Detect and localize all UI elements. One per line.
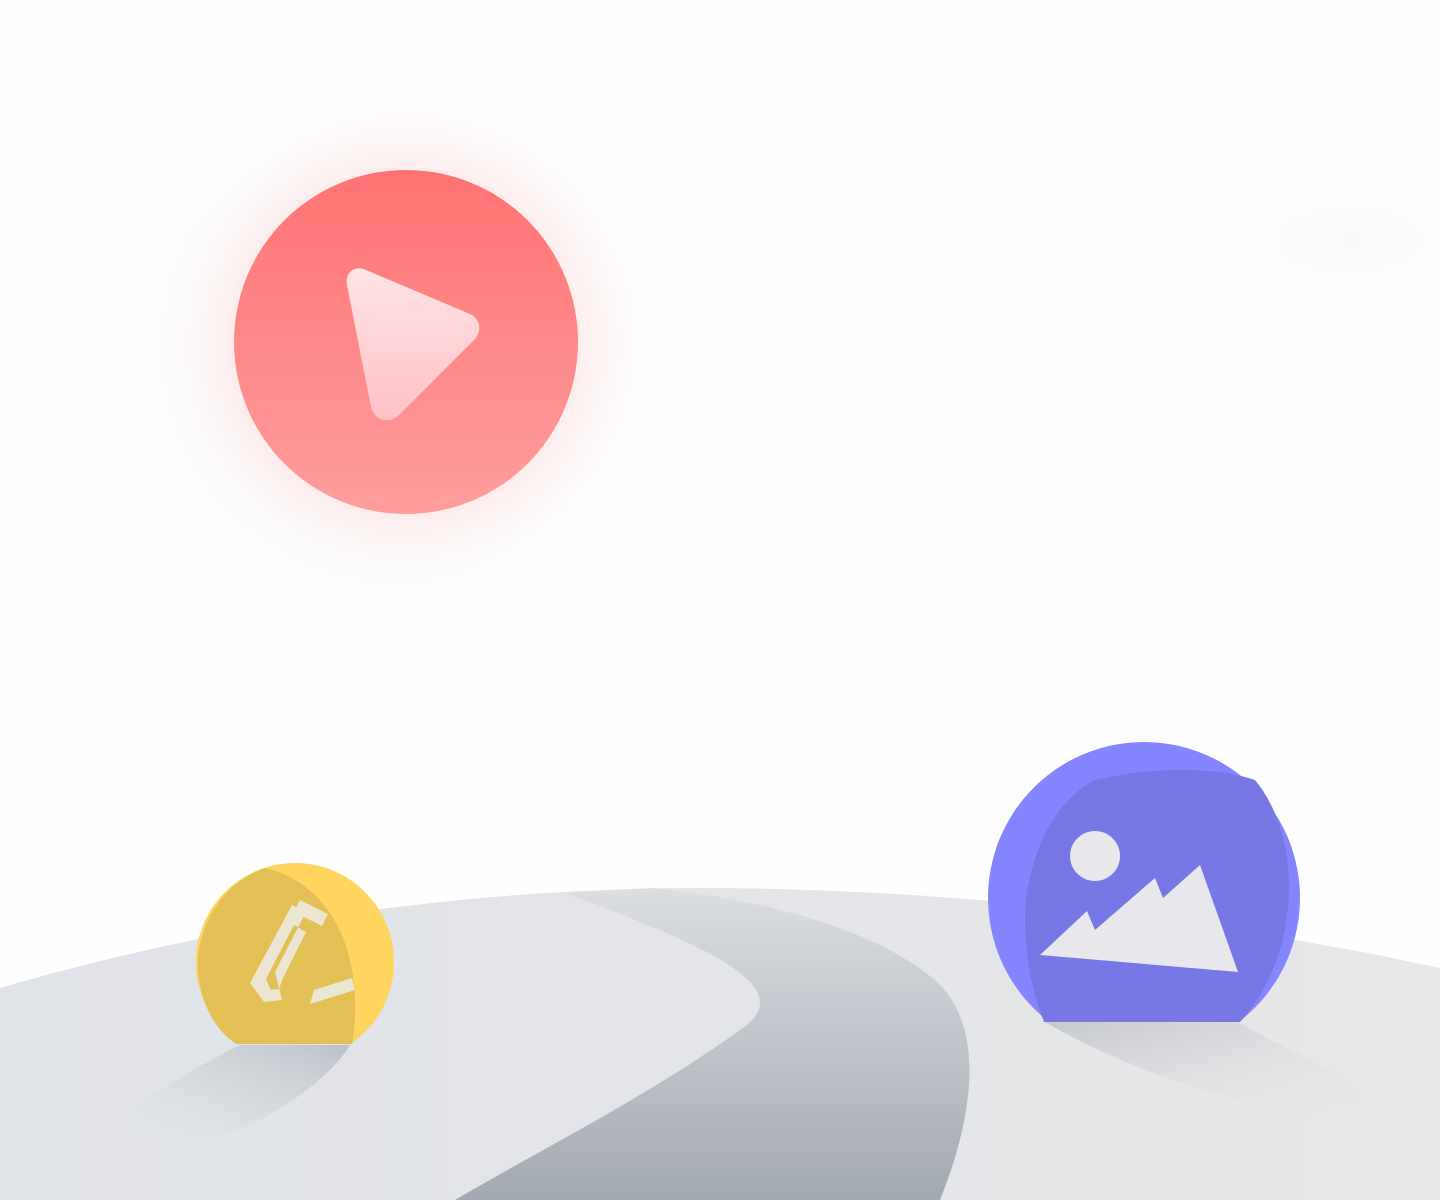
illustration-canvas [0, 40, 1440, 1200]
play-badge [144, 80, 668, 604]
image-badge [988, 742, 1300, 1022]
pencil-badge [196, 863, 394, 1044]
illustration-scene [0, 0, 1440, 1200]
background-haze-right [1170, 160, 1440, 320]
